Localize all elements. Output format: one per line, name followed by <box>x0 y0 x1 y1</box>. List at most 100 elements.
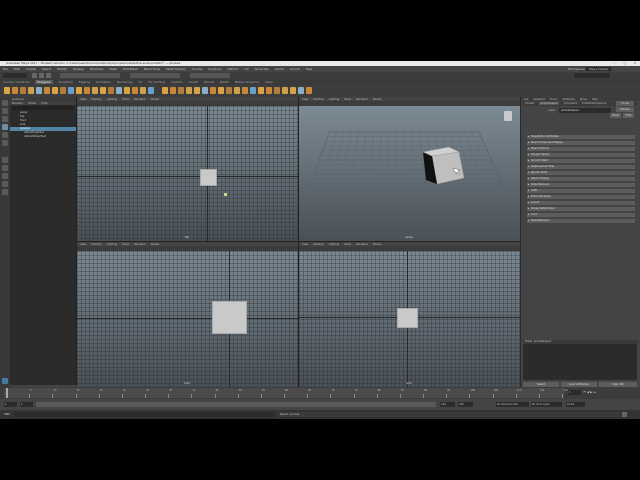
ae-node-tab-shading-group[interactable]: initialShadingGroup <box>582 102 607 105</box>
shelf-tool-icon[interactable] <box>68 87 74 94</box>
tab-polygons[interactable]: Polygons <box>35 80 53 84</box>
shelf-tool-icon[interactable] <box>282 87 288 94</box>
shelf-tool-icon[interactable] <box>226 87 232 94</box>
viewport-top[interactable]: View Shading Lighting Show Renderer Pane… <box>77 97 298 241</box>
script-editor-icon[interactable] <box>622 412 627 417</box>
shelf-tool-icon[interactable] <box>132 87 138 94</box>
shelf-tool-icon[interactable] <box>234 87 240 94</box>
tab-rigging[interactable]: Rigging <box>79 80 90 84</box>
time-slider[interactable]: 1510152025303540455055606570758085909510… <box>0 387 640 399</box>
ae-menu-selected[interactable]: Selected <box>534 98 545 101</box>
shelf-tool-icon[interactable] <box>76 87 82 94</box>
ae-presets-button[interactable]: Presets <box>616 107 634 112</box>
ae-node-tab-polycube[interactable]: polyCube1 <box>564 102 577 105</box>
ae-section-header[interactable]: Arnold <box>527 201 635 205</box>
fps-dropdown[interactable]: 24 fps <box>566 402 585 407</box>
shelf-tool-icon[interactable] <box>36 87 42 94</box>
layout-two-icon[interactable] <box>2 173 8 179</box>
ae-section-header[interactable]: Shape Deformation <box>527 207 635 211</box>
ae-focus-button[interactable]: Focus <box>616 101 634 106</box>
tab-animation[interactable]: Animation <box>96 80 111 84</box>
menu-create[interactable]: Create <box>26 67 36 71</box>
ae-menu-list[interactable]: List <box>524 98 529 101</box>
shelf-tool-icon[interactable] <box>170 87 176 94</box>
paint-select-tool-icon[interactable] <box>2 116 8 122</box>
ae-section-header[interactable]: Node Behavior <box>527 183 635 187</box>
shelf-tool-icon[interactable] <box>52 87 58 94</box>
menu-display[interactable]: Display <box>73 67 84 71</box>
menu-surfaces[interactable]: Surfaces <box>208 67 221 71</box>
cube-object[interactable] <box>397 308 418 328</box>
shelf-tool-icon[interactable] <box>202 87 208 94</box>
layout-graph-icon[interactable] <box>2 189 8 195</box>
shelf-tool-icon[interactable] <box>298 87 304 94</box>
ae-node-tab-shape[interactable]: pCubeShape1 <box>539 102 559 105</box>
shelf-tool-icon[interactable] <box>250 87 256 94</box>
ae-hide-button[interactable]: Hide <box>623 113 634 118</box>
layout-outliner-icon[interactable] <box>2 181 8 187</box>
tab-fx[interactable]: FX <box>139 80 143 84</box>
shelf-tool-icon[interactable] <box>266 87 272 94</box>
ae-section-header[interactable]: Mesh Controls <box>527 147 635 151</box>
save-scene-icon[interactable] <box>46 73 51 78</box>
ae-node-name-field[interactable]: pCubeShape1 <box>559 108 611 113</box>
time-slider-track[interactable]: 1510152025303540455055606570758085909510… <box>4 388 568 398</box>
menu-set-dropdown[interactable] <box>3 73 27 78</box>
character-set-dropdown[interactable]: No Character Set <box>496 402 529 407</box>
menu-modify[interactable]: Modify <box>57 67 67 71</box>
playback-icons[interactable]: ⏮◀▶⏭ <box>583 390 597 394</box>
outliner-menu-display[interactable]: Display <box>12 101 23 105</box>
shelf-tool-icon[interactable] <box>108 87 114 94</box>
tab-mash[interactable]: MASH <box>220 80 229 84</box>
ae-section-header[interactable]: Node Behavior <box>527 219 635 223</box>
menu-mesh[interactable]: Mesh <box>109 67 117 71</box>
menu-help[interactable]: Help <box>306 67 313 71</box>
menu-select[interactable]: Select <box>42 67 51 71</box>
ae-section-header[interactable]: Tessellation Attributes <box>527 135 635 139</box>
ae-section-header[interactable]: Displacement Map <box>527 165 635 169</box>
ae-section-header[interactable]: Smooth Mesh <box>527 159 635 163</box>
shelf-tool-icon[interactable] <box>306 87 312 94</box>
ae-show-button[interactable]: Show <box>610 113 621 118</box>
ae-section-header[interactable]: UUID <box>527 189 635 193</box>
menu-curves[interactable]: Curves <box>192 67 202 71</box>
view-cube-icon[interactable] <box>504 111 512 121</box>
layout-single-icon[interactable] <box>2 157 8 163</box>
rotate-tool-icon[interactable] <box>2 132 8 138</box>
render-icons[interactable] <box>190 73 230 78</box>
tab-curves-surfaces[interactable]: Curves / Surfaces <box>3 80 29 84</box>
shelf-tool-icon[interactable] <box>140 87 146 94</box>
menu-cache[interactable]: Cache <box>275 67 284 71</box>
select-tool-icon[interactable] <box>2 100 8 106</box>
menu-generate[interactable]: Generate <box>255 67 269 71</box>
ae-section-header[interactable]: Mesh Component Display <box>527 141 635 145</box>
shelf-tool-icon[interactable] <box>4 87 10 94</box>
viewport-side[interactable]: View Shading Lighting Show Renderer Pane… <box>299 242 520 387</box>
current-time-indicator[interactable] <box>6 388 8 398</box>
quick-search-input[interactable] <box>574 73 610 78</box>
menu-windows[interactable]: Windows <box>90 67 103 71</box>
playback-controls[interactable]: ⏮◀▶⏭ <box>583 390 633 395</box>
shelf-tool-icon[interactable] <box>92 87 98 94</box>
outliner-menu-show[interactable]: Show <box>28 101 36 105</box>
command-language[interactable]: MEL <box>4 412 10 416</box>
shelf-tool-icon[interactable] <box>148 87 154 94</box>
ae-section-header[interactable]: Extra Attributes <box>527 195 635 199</box>
shelf-tool-icon[interactable] <box>44 87 50 94</box>
tab-arnold[interactable]: Arnold <box>189 80 199 84</box>
tab-fx-caching[interactable]: FX Caching <box>148 80 165 84</box>
menu-deform[interactable]: Deform <box>227 67 238 71</box>
ae-menu-show[interactable]: Show <box>580 98 587 101</box>
lasso-tool-icon[interactable] <box>2 108 8 114</box>
shelf-tool-icon[interactable] <box>218 87 224 94</box>
cube-object[interactable] <box>212 301 247 334</box>
playback-end-field[interactable]: 120 <box>440 402 455 407</box>
range-bar[interactable] <box>36 402 436 407</box>
menu-arnold[interactable]: Arnold <box>290 67 300 71</box>
workspace-dropdown[interactable]: Maya Classic <box>586 67 612 71</box>
ae-section-header[interactable]: Render Stats <box>527 171 635 175</box>
tab-sculpting[interactable]: Sculpting <box>59 80 73 84</box>
menu-file[interactable]: File <box>3 67 8 71</box>
menu-mesh-tools[interactable]: Mesh Tools <box>144 67 160 71</box>
shelf-tool-icon[interactable] <box>100 87 106 94</box>
